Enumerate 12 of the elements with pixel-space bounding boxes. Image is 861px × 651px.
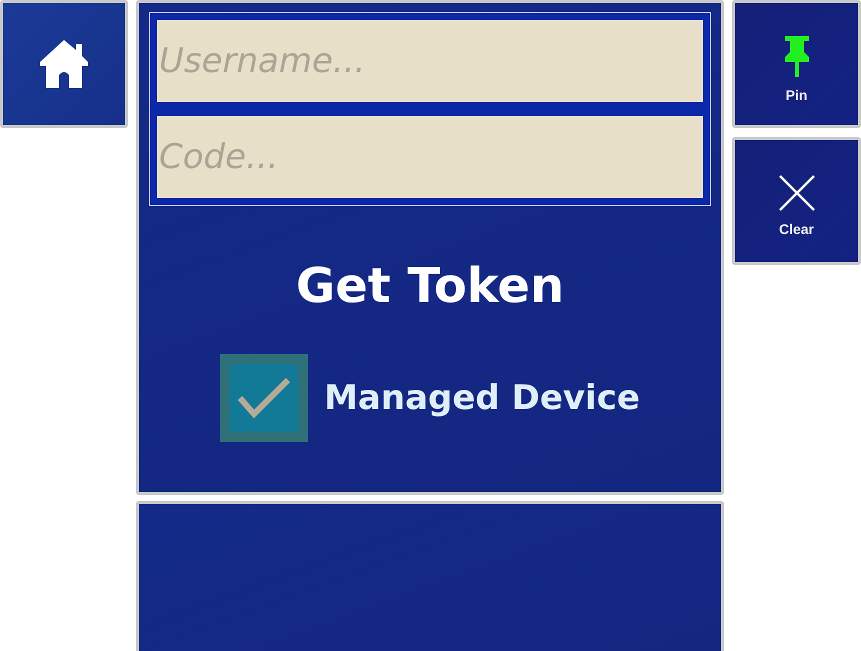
checkmark-icon bbox=[236, 376, 292, 420]
home-button[interactable] bbox=[0, 0, 128, 128]
clear-button[interactable]: Clear bbox=[732, 137, 861, 265]
input-field[interactable]: Username... bbox=[157, 20, 703, 102]
home-icon bbox=[38, 38, 90, 90]
managed-device-checkbox[interactable] bbox=[220, 354, 308, 442]
get-token-button[interactable]: Get Token bbox=[286, 254, 574, 318]
close-icon bbox=[778, 175, 814, 211]
pin-button[interactable]: Pin bbox=[732, 0, 861, 128]
pushpin-icon bbox=[782, 35, 810, 77]
checkbox-label: Managed Device bbox=[324, 378, 640, 418]
input-field[interactable]: Code... bbox=[157, 116, 703, 198]
